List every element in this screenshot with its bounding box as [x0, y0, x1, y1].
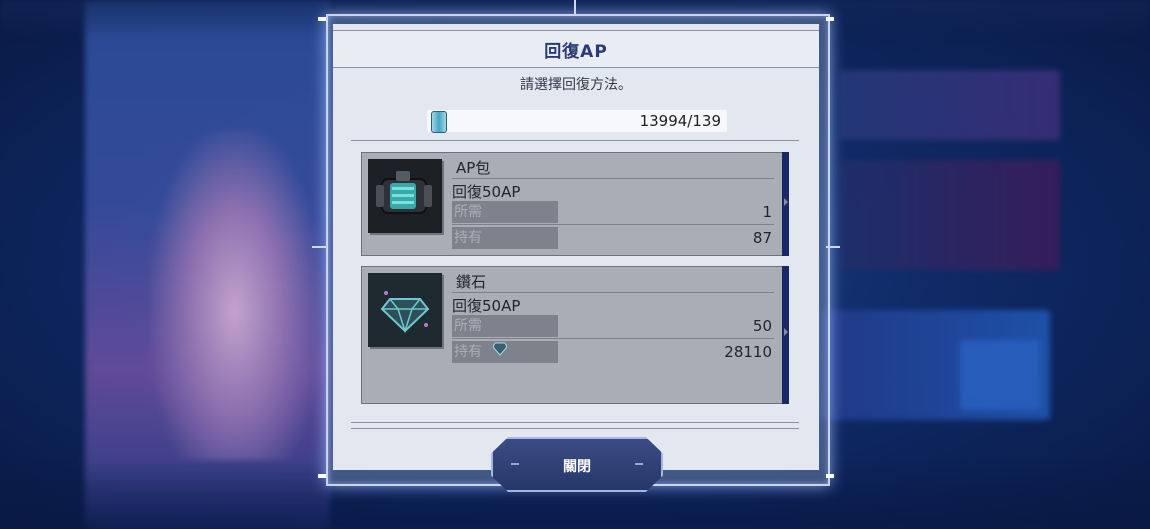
option-name: 鑽石	[456, 273, 487, 291]
owned-row: 持有 87	[452, 227, 774, 249]
divider	[351, 422, 799, 423]
option-card-ap-pack[interactable]: AP包 回復50AP 所需 1 持有 87	[361, 152, 789, 256]
close-button[interactable]: 關閉	[491, 437, 663, 492]
owned-value: 87	[752, 229, 772, 247]
required-row: 所需 1	[452, 201, 774, 225]
required-value: 50	[752, 317, 772, 335]
ap-value: 13994/139	[639, 112, 721, 130]
frame-tick	[574, 0, 576, 14]
frame-corner-mark	[318, 474, 326, 478]
owned-label-text: 持有	[454, 344, 482, 360]
diamond-icon	[368, 273, 442, 347]
ap-battery-icon	[431, 111, 447, 133]
required-row: 所需 50	[452, 315, 774, 339]
option-recover-text: 回復50AP	[452, 297, 521, 315]
option-card-diamond[interactable]: 鑽石 回復50AP 所需 50 持有 28110	[361, 266, 789, 404]
diamond-small-icon	[492, 341, 509, 363]
option-name: AP包	[456, 159, 491, 177]
frame-tick	[312, 246, 326, 248]
required-value: 1	[762, 203, 772, 221]
frame-corner-mark	[826, 17, 834, 21]
dialog-titlebar: 回復AP	[333, 30, 819, 68]
card-accent	[782, 152, 789, 256]
divider	[351, 140, 799, 141]
owned-label: 持有	[452, 341, 558, 363]
ap-pack-icon	[368, 159, 442, 233]
owned-value: 28110	[724, 343, 772, 361]
required-label: 所需	[452, 201, 558, 223]
owned-row: 持有 28110	[452, 341, 774, 363]
frame-corner-mark	[826, 474, 834, 478]
close-button-label: 關閉	[563, 459, 591, 475]
dialog-subtitle: 請選擇回復方法。	[520, 77, 632, 93]
frame-tick	[826, 246, 840, 248]
ap-recovery-dialog: 回復AP 請選擇回復方法。 13994/139 AP包 回復50AP 所需 1	[333, 24, 819, 470]
frame-corner-mark	[318, 17, 326, 21]
owned-label: 持有	[452, 227, 558, 249]
dialog-title: 回復AP	[544, 42, 608, 62]
option-recover-text: 回復50AP	[452, 183, 521, 201]
card-accent	[782, 266, 789, 404]
divider	[351, 428, 799, 429]
required-label: 所需	[452, 315, 558, 337]
ap-status-bar: 13994/139	[427, 110, 727, 133]
